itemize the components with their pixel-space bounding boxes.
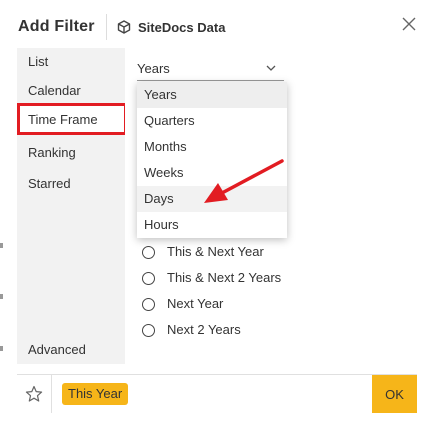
sidebar-item-ranking[interactable]: Ranking — [28, 145, 76, 160]
radio-button[interactable] — [142, 272, 155, 285]
option-label: Years — [144, 87, 177, 102]
dialog-footer: This Year OK — [17, 374, 417, 413]
time-unit-dropdown: Years Quarters Months Weeks Days Hours — [137, 82, 287, 238]
dropdown-option-quarters[interactable]: Quarters — [137, 108, 287, 134]
ok-button[interactable]: OK — [372, 375, 417, 413]
background-edge-mark — [0, 294, 3, 299]
radio-button[interactable] — [142, 246, 155, 259]
radio-label: Next 2 Years — [167, 322, 241, 337]
star-button[interactable] — [17, 375, 52, 413]
star-icon — [25, 385, 43, 402]
dropdown-option-weeks[interactable]: Weeks — [137, 160, 287, 186]
title-divider — [106, 14, 107, 40]
sidebar-item-label: Time Frame — [28, 112, 98, 127]
dialog-title: Add Filter — [18, 18, 95, 35]
option-label: Months — [144, 139, 187, 154]
radio-label: This & Next Year — [167, 244, 264, 259]
radio-button[interactable] — [142, 324, 155, 337]
sidebar-item-time-frame[interactable]: Time Frame — [17, 103, 127, 135]
filter-type-sidebar: List Calendar Time Frame Ranking Starred… — [17, 48, 127, 364]
select-value: Years — [137, 61, 170, 76]
radio-label: Next Year — [167, 296, 224, 311]
background-edge-mark — [0, 243, 3, 248]
dropdown-option-months[interactable]: Months — [137, 134, 287, 160]
radio-label: This & Next 2 Years — [167, 270, 282, 285]
add-filter-dialog: Add Filter SiteDocs Data List Calendar T… — [0, 0, 434, 425]
time-unit-select[interactable]: Years — [137, 58, 284, 81]
sidebar-item-calendar[interactable]: Calendar — [28, 83, 81, 98]
dropdown-option-years[interactable]: Years — [137, 82, 287, 108]
option-label: Weeks — [144, 165, 184, 180]
dropdown-option-days[interactable]: Days — [137, 186, 287, 212]
selected-filter-chip[interactable]: This Year — [62, 383, 129, 405]
option-label: Days — [144, 191, 174, 206]
dropdown-option-hours[interactable]: Hours — [137, 212, 287, 238]
radio-button[interactable] — [142, 298, 155, 311]
sidebar-item-list[interactable]: List — [28, 54, 48, 69]
datasource-name: SiteDocs Data — [138, 20, 226, 35]
sidebar-item-starred[interactable]: Starred — [28, 176, 71, 191]
sidebar-item-advanced[interactable]: Advanced — [28, 342, 86, 357]
dialog-header: Add Filter SiteDocs Data — [0, 0, 434, 50]
close-icon[interactable] — [400, 15, 418, 33]
chevron-down-icon — [266, 65, 276, 71]
option-label: Quarters — [144, 113, 195, 128]
background-edge-mark — [0, 346, 3, 351]
option-label: Hours — [144, 217, 179, 232]
cube-icon — [117, 20, 131, 34]
